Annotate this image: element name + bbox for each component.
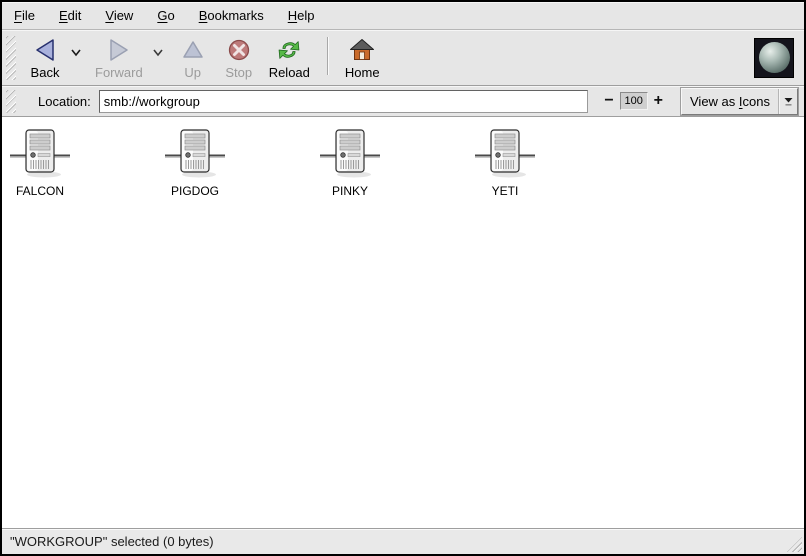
server-item-pinky[interactable]: PINKY: [312, 127, 388, 198]
reload-label: Reload: [269, 65, 310, 80]
throbber-globe-icon: [759, 42, 790, 73]
file-manager-window: File Edit View Go Bookmarks Help Back Fo…: [0, 0, 806, 556]
server-label: PIGDOG: [171, 184, 219, 198]
stop-button[interactable]: Stop: [216, 33, 262, 83]
back-history-dropdown[interactable]: [68, 33, 84, 73]
toolbar-drag-handle[interactable]: [6, 36, 16, 80]
menu-bookmarks[interactable]: Bookmarks: [197, 5, 266, 26]
forward-arrow-icon: [106, 37, 132, 63]
status-bar: "WORKGROUP" selected (0 bytes): [2, 528, 804, 554]
back-button[interactable]: Back: [22, 33, 68, 83]
home-icon: [349, 37, 375, 63]
back-label: Back: [31, 65, 60, 80]
server-label: YETI: [492, 184, 519, 198]
network-server-icon: [157, 127, 233, 179]
menu-help[interactable]: Help: [286, 5, 317, 26]
zoom-in-button[interactable]: +: [650, 93, 667, 109]
status-text: "WORKGROUP" selected (0 bytes): [10, 534, 214, 549]
menubar: File Edit View Go Bookmarks Help: [2, 2, 804, 30]
network-server-icon: [467, 127, 543, 179]
location-label: Location:: [38, 94, 91, 109]
zoom-level-indicator[interactable]: 100: [620, 92, 648, 110]
network-server-icon: [2, 127, 78, 179]
toolbar-separator: [327, 37, 328, 75]
forward-history-dropdown[interactable]: [150, 33, 166, 73]
server-label: FALCON: [16, 184, 64, 198]
icon-view: FALCON PIGDOG: [2, 117, 804, 528]
up-button[interactable]: Up: [170, 33, 216, 83]
reload-icon: [276, 37, 302, 63]
forward-label: Forward: [95, 65, 143, 80]
menu-go[interactable]: Go: [155, 5, 176, 26]
network-server-icon: [312, 127, 388, 179]
resize-grip[interactable]: [787, 537, 802, 552]
menu-view[interactable]: View: [103, 5, 135, 26]
stop-icon: [227, 37, 251, 63]
up-arrow-icon: [181, 37, 205, 63]
location-bar: Location: − 100 + View as Icons: [2, 86, 804, 117]
reload-button[interactable]: Reload: [262, 33, 317, 83]
menu-file[interactable]: File: [12, 5, 37, 26]
dropdown-arrow-icon: [778, 89, 797, 114]
activity-throbber: [754, 38, 794, 78]
zoom-out-button[interactable]: −: [600, 93, 617, 109]
server-item-pigdog[interactable]: PIGDOG: [157, 127, 233, 198]
stop-label: Stop: [225, 65, 252, 80]
forward-button[interactable]: Forward: [88, 33, 150, 83]
view-as-label: View as Icons: [682, 94, 778, 109]
server-item-yeti[interactable]: YETI: [467, 127, 543, 198]
toolbar: Back Forward Up: [2, 30, 804, 86]
view-as-dropdown[interactable]: View as Icons: [681, 88, 798, 115]
locationbar-drag-handle[interactable]: [6, 90, 16, 113]
location-input[interactable]: [99, 90, 589, 113]
home-label: Home: [345, 65, 380, 80]
menu-edit[interactable]: Edit: [57, 5, 83, 26]
back-arrow-icon: [32, 37, 58, 63]
server-item-falcon[interactable]: FALCON: [2, 127, 78, 198]
server-label: PINKY: [332, 184, 368, 198]
home-button[interactable]: Home: [338, 33, 387, 83]
up-label: Up: [184, 65, 201, 80]
